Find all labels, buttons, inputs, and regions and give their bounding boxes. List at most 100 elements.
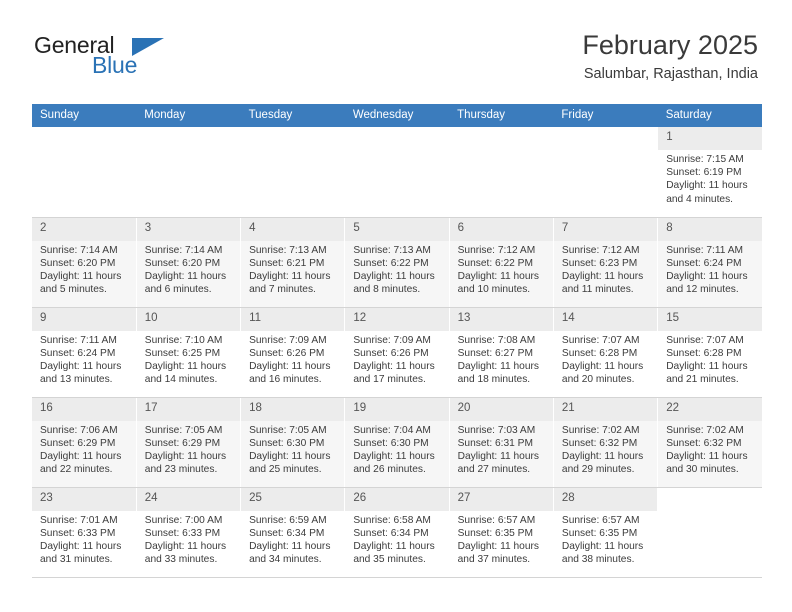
day-detail-line: Sunrise: 7:02 AM <box>561 424 640 436</box>
calendar-empty-cell <box>344 127 450 218</box>
day-cell-content <box>554 127 657 217</box>
calendar-day-cell[interactable]: 6 Sunrise: 7:12 AM Sunset: 6:22 PM Daylight… <box>449 217 554 308</box>
calendar-day-cell[interactable]: 18 Sunrise: 7:05 AM Sunset: 6:30 PM Dayligh… <box>240 397 346 488</box>
general-blue-logo[interactable]: General Blue <box>34 32 234 88</box>
day-detail-line: and 26 minutes. <box>353 464 426 476</box>
calendar-day-cell[interactable]: 8 Sunrise: 7:11 AM Sunset: 6:24 PM Daylight… <box>657 217 762 308</box>
day-cell-content: 9 Sunrise: 7:11 AM Sunset: 6:24 PM Daylight… <box>32 307 136 397</box>
day-number: 16 <box>40 401 53 414</box>
day-number: 21 <box>561 401 575 414</box>
day-detail-line: Sunset: 6:30 PM <box>353 437 429 449</box>
calendar-day-cell[interactable]: 19 Sunrise: 7:04 AM Sunset: 6:30 PM Dayligh… <box>344 397 450 488</box>
day-detail-line: Sunset: 6:32 PM <box>561 437 638 449</box>
day-detail-line: Sunrise: 7:12 AM <box>457 244 536 256</box>
day-number: 3 <box>144 221 152 234</box>
calendar-day-cell[interactable]: 23 Sunrise: 7:01 AM Sunset: 6:33 PM Dayligh… <box>32 487 137 578</box>
day-cell-content <box>450 127 553 217</box>
calendar-day-cell[interactable]: 21 Sunrise: 7:02 AM Sunset: 6:32 PM Dayligh… <box>553 397 659 488</box>
day-detail-line: Daylight: 11 hours <box>666 180 748 192</box>
calendar-day-cell[interactable]: 11 Sunrise: 7:09 AM Sunset: 6:26 PM Dayligh… <box>240 307 346 398</box>
calendar-day-cell[interactable]: 22 Sunrise: 7:02 AM Sunset: 6:32 PM Dayligh… <box>657 397 762 488</box>
day-detail-line: and 4 minutes. <box>666 193 734 205</box>
day-number-band: 28 <box>553 487 658 511</box>
day-detail-line: Sunrise: 7:04 AM <box>353 424 431 436</box>
day-detail-line: Sunrise: 7:07 AM <box>666 334 744 346</box>
calendar-week-row: 23 Sunrise: 7:01 AM Sunset: 6:33 PM Dayligh… <box>32 487 762 578</box>
calendar-day-cell[interactable]: 13 Sunrise: 7:08 AM Sunset: 6:27 PM Dayligh… <box>449 307 554 398</box>
day-detail-line: Daylight: 11 hours <box>561 450 644 462</box>
day-detail-line: Sunrise: 7:11 AM <box>40 334 117 346</box>
day-detail-line: and 13 minutes. <box>40 374 113 386</box>
calendar-day-cell[interactable]: 25 Sunrise: 6:59 AM Sunset: 6:34 PM Dayligh… <box>240 487 346 578</box>
day-detail-line: Sunset: 6:29 PM <box>144 437 221 449</box>
calendar-day-cell[interactable]: 4 Sunrise: 7:13 AM Sunset: 6:21 PM Daylight… <box>240 217 346 308</box>
day-detail-line: Daylight: 11 hours <box>457 450 539 462</box>
day-detail-line: and 8 minutes. <box>353 284 421 296</box>
calendar-day-cell[interactable]: 2 Sunrise: 7:14 AM Sunset: 6:20 PM Daylight… <box>32 217 137 308</box>
day-number-band: 9 <box>32 307 136 331</box>
day-cell-content: 20 Sunrise: 7:03 AM Sunset: 6:31 PM Dayligh… <box>449 397 553 487</box>
calendar-day-cell[interactable]: 28 Sunrise: 6:57 AM Sunset: 6:35 PM Dayligh… <box>553 487 659 578</box>
calendar-day-cell[interactable]: 24 Sunrise: 7:00 AM Sunset: 6:33 PM Dayligh… <box>136 487 242 578</box>
day-cell-content: 23 Sunrise: 7:01 AM Sunset: 6:33 PM Dayligh… <box>32 487 136 577</box>
day-detail-line: and 25 minutes. <box>249 464 322 476</box>
day-cell-content <box>241 127 344 217</box>
calendar-day-cell[interactable]: 1 Sunrise: 7:15 AM Sunset: 6:19 PM Daylight… <box>657 127 762 218</box>
calendar-day-cell[interactable]: 15 Sunrise: 7:07 AM Sunset: 6:28 PM Dayligh… <box>657 307 762 398</box>
day-number-band: 5 <box>345 217 449 241</box>
day-detail-line: Daylight: 11 hours <box>353 450 435 462</box>
calendar-day-cell[interactable]: 9 Sunrise: 7:11 AM Sunset: 6:24 PM Daylight… <box>32 307 137 398</box>
day-detail-line: Sunset: 6:32 PM <box>666 437 742 449</box>
calendar-day-cell[interactable]: 3 Sunrise: 7:14 AM Sunset: 6:20 PM Daylight… <box>136 217 242 308</box>
calendar-day-cell[interactable]: 27 Sunrise: 6:57 AM Sunset: 6:35 PM Dayligh… <box>449 487 554 578</box>
weekday-header-thursday: Thursday <box>449 104 554 127</box>
calendar-day-cell[interactable]: 10 Sunrise: 7:10 AM Sunset: 6:25 PM Dayligh… <box>136 307 242 398</box>
day-detail-line: and 37 minutes. <box>457 554 531 566</box>
weekday-header-monday: Monday <box>136 104 241 127</box>
day-cell-content: 27 Sunrise: 6:57 AM Sunset: 6:35 PM Dayligh… <box>449 487 553 577</box>
day-number: 22 <box>666 401 679 414</box>
weekday-header-sunday: Sunday <box>32 104 137 127</box>
day-detail-line: Sunset: 6:21 PM <box>249 257 325 269</box>
day-number-band: 17 <box>136 397 241 421</box>
day-cell-content: 18 Sunrise: 7:05 AM Sunset: 6:30 PM Dayligh… <box>241 397 345 487</box>
calendar-day-cell[interactable]: 20 Sunrise: 7:03 AM Sunset: 6:31 PM Dayligh… <box>449 397 554 488</box>
day-number-band: 22 <box>658 397 762 421</box>
day-detail-line: Sunrise: 6:58 AM <box>353 514 431 526</box>
day-detail-line: and 38 minutes. <box>561 554 635 566</box>
day-detail-line: Sunrise: 7:13 AM <box>353 244 431 256</box>
calendar-day-cell[interactable]: 7 Sunrise: 7:12 AM Sunset: 6:23 PM Daylight… <box>553 217 659 308</box>
day-detail-line: Daylight: 11 hours <box>144 360 227 372</box>
day-number-band: 1 <box>658 127 762 150</box>
day-cell-content: 6 Sunrise: 7:12 AM Sunset: 6:22 PM Daylight… <box>449 217 553 307</box>
day-number: 24 <box>144 491 158 504</box>
calendar-day-cell[interactable]: 16 Sunrise: 7:06 AM Sunset: 6:29 PM Dayligh… <box>32 397 137 488</box>
weekday-header-wednesday: Wednesday <box>344 104 450 127</box>
day-detail-line: Daylight: 11 hours <box>144 450 227 462</box>
day-number-band: 25 <box>241 487 345 511</box>
day-detail-line: Daylight: 11 hours <box>561 540 644 552</box>
calendar-day-cell[interactable]: 5 Sunrise: 7:13 AM Sunset: 6:22 PM Daylight… <box>344 217 450 308</box>
day-detail-line: Sunset: 6:34 PM <box>249 527 325 539</box>
calendar-day-cell[interactable]: 14 Sunrise: 7:07 AM Sunset: 6:28 PM Dayligh… <box>553 307 659 398</box>
calendar-day-cell[interactable]: 17 Sunrise: 7:05 AM Sunset: 6:29 PM Dayligh… <box>136 397 242 488</box>
day-number-band: 2 <box>32 217 136 241</box>
day-detail-line: Sunset: 6:19 PM <box>666 167 742 179</box>
day-detail-line: Sunrise: 7:07 AM <box>561 334 640 346</box>
page-header: General Blue February 2025 Salumbar, Raj… <box>34 28 758 98</box>
day-detail-line: Sunset: 6:23 PM <box>561 257 638 269</box>
day-number-band: 13 <box>449 307 553 331</box>
calendar-day-cell[interactable]: 26 Sunrise: 6:58 AM Sunset: 6:34 PM Dayligh… <box>344 487 450 578</box>
day-number: 5 <box>353 221 360 234</box>
day-number-band: 4 <box>241 217 345 241</box>
calendar-table: Sunday Monday Tuesday Wednesday Thursday… <box>32 104 762 578</box>
calendar-day-cell[interactable]: 12 Sunrise: 7:09 AM Sunset: 6:26 PM Dayligh… <box>344 307 450 398</box>
day-number: 27 <box>457 491 471 504</box>
day-detail-line: Daylight: 11 hours <box>40 360 122 372</box>
day-cell-content: 26 Sunrise: 6:58 AM Sunset: 6:34 PM Dayligh… <box>345 487 449 577</box>
day-number-band: 20 <box>449 397 553 421</box>
day-detail-line: Sunrise: 7:11 AM <box>666 244 744 256</box>
day-detail-line: and 10 minutes. <box>457 284 531 296</box>
day-detail-line: Sunset: 6:35 PM <box>561 527 638 539</box>
day-number: 19 <box>353 401 367 414</box>
